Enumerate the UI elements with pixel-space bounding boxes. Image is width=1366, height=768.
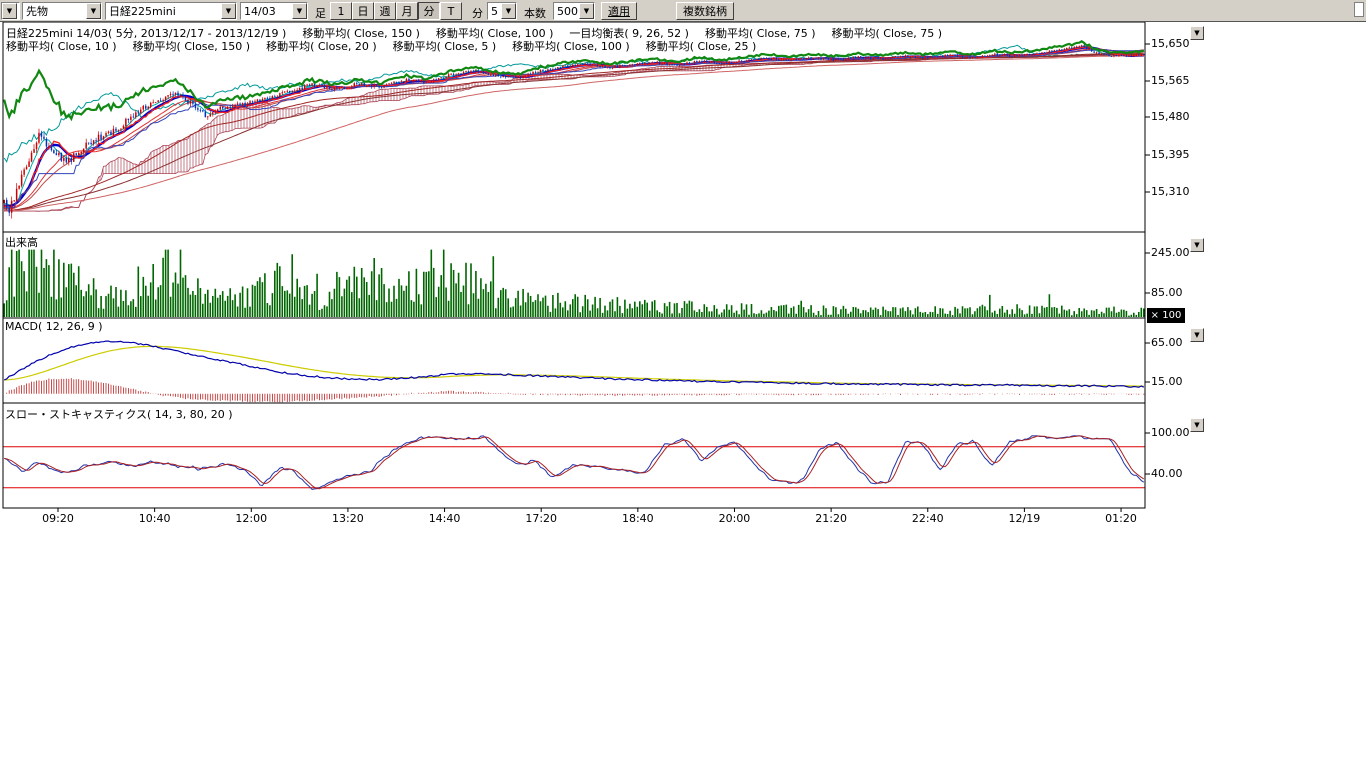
chart-application: 15,65015,56515,48015,39515,310245.0085.0…	[0, 0, 1366, 768]
macd-line	[4, 341, 1144, 387]
legend-item: 移動平均( Close, 5 )	[393, 38, 497, 54]
stoch-k-line	[4, 436, 1144, 490]
candles-up	[4, 45, 1143, 213]
bar-count-input[interactable]: 500 ▼	[553, 2, 595, 20]
market-select-value: 先物	[23, 3, 86, 19]
volume-panel-label: 出来高	[5, 234, 38, 250]
bar-count-label: 本数	[524, 5, 546, 21]
volume-scale-dropdown[interactable]: ▼	[1190, 238, 1204, 252]
legend-item: 移動平均( Close, 20 )	[266, 38, 377, 54]
legend-item: 移動平均( Close, 150 )	[133, 38, 251, 54]
minute-value: 5	[488, 5, 501, 18]
legend-item: 移動平均( Close, 10 )	[6, 38, 117, 54]
volume-multiplier-badge: × 100	[1147, 308, 1185, 323]
timeframe-buttons: 1日週月分T	[330, 2, 462, 20]
price-scale-dropdown[interactable]: ▼	[1190, 26, 1204, 40]
ma-20-line	[4, 49, 1144, 208]
timeframe-button[interactable]: 1	[330, 2, 352, 20]
ma-25-line	[4, 50, 1144, 209]
chevron-down-icon: ▼	[292, 3, 307, 19]
timeframe-button[interactable]: 週	[374, 2, 396, 20]
timeframe-button[interactable]: 日	[352, 2, 374, 20]
macd-scale-dropdown[interactable]: ▼	[1190, 328, 1204, 342]
toolbar-corner-box	[1354, 2, 1364, 17]
legend-item: 移動平均( Close, 100 )	[512, 38, 630, 54]
toolbar: ▼ 先物 ▼ 日経225mini ▼ 14/03 ▼ 足 1日週月分T 分 5 …	[0, 0, 1366, 22]
macd-panel-label: MACD( 12, 26, 9 )	[5, 320, 103, 333]
contract-month-value: 14/03	[241, 5, 292, 18]
apply-button[interactable]: 適用	[601, 2, 637, 20]
chevron-down-icon: ▼	[501, 3, 516, 19]
minute-input[interactable]: 5 ▼	[487, 2, 517, 20]
volume-bars	[4, 250, 1144, 317]
symbol-select-value: 日経225mini	[106, 3, 221, 19]
chevron-down-icon: ▼	[2, 3, 17, 19]
stoch-panel-label: スロー・ストキャスティクス( 14, 3, 80, 20 )	[5, 406, 233, 422]
bar-count-value: 500	[554, 5, 579, 18]
symbol-select[interactable]: 日経225mini ▼	[105, 2, 237, 20]
stoch-scale-dropdown[interactable]: ▼	[1190, 418, 1204, 432]
minute-label: 分	[472, 5, 483, 21]
ichimoku-cloud	[4, 50, 1144, 212]
ma-100-line	[4, 54, 1144, 210]
chart-canvas[interactable]	[0, 0, 1366, 768]
ma-5-line	[4, 46, 1144, 205]
contract-month-select[interactable]: 14/03 ▼	[240, 2, 308, 20]
bar-type-label: 足	[315, 5, 326, 21]
legend-row-2: 移動平均( Close, 10 ) 移動平均( Close, 150 ) 移動平均(…	[6, 38, 756, 54]
legend-item: 移動平均( Close, 75 )	[832, 25, 943, 41]
chevron-down-icon: ▼	[221, 3, 236, 19]
category-select[interactable]: ▼	[1, 2, 20, 20]
timeframe-button[interactable]: 分	[418, 2, 440, 20]
timeframe-button[interactable]: T	[440, 2, 462, 20]
chevron-down-icon: ▼	[579, 3, 594, 19]
legend-item: 移動平均( Close, 25 )	[646, 38, 757, 54]
market-select[interactable]: 先物 ▼	[22, 2, 102, 20]
timeframe-button[interactable]: 月	[396, 2, 418, 20]
chevron-down-icon: ▼	[86, 3, 101, 19]
multi-symbol-button[interactable]: 複数銘柄	[676, 2, 734, 20]
